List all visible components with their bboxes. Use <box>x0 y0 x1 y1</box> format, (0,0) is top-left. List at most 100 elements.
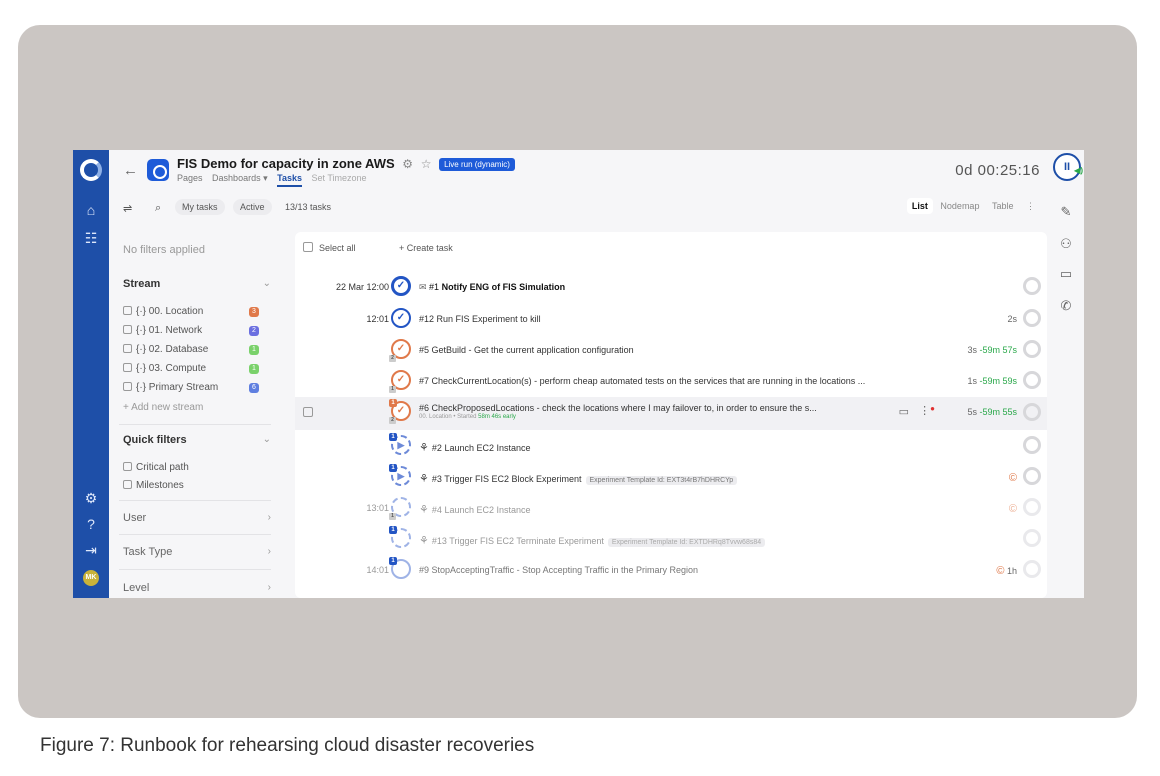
comment-icon[interactable]: ▭ <box>899 405 909 418</box>
pending-node-icon[interactable]: 1 <box>389 526 411 548</box>
task-row[interactable]: 13:01 1 ⚘ #4 Launch EC2 Instance © <box>295 493 1047 524</box>
home-icon[interactable]: ⌂ <box>73 202 109 218</box>
add-stream-link[interactable]: + Add new stream <box>123 402 203 413</box>
stream-label: {·} Primary Stream <box>136 382 219 393</box>
quick-filter-item[interactable]: Milestones <box>123 480 184 491</box>
page-title: FIS Demo for capacity in zone AWS ⚙ ☆ Li… <box>177 156 515 172</box>
task-type-section[interactable]: Task Type <box>123 546 172 558</box>
assignee-avatar[interactable] <box>1023 340 1041 358</box>
stream-item[interactable]: {·} 00. Location <box>123 306 203 317</box>
assignee-avatar[interactable] <box>1023 467 1041 485</box>
check-icon[interactable]: ✓ <box>391 308 411 328</box>
check-icon[interactable]: ✓ 1 <box>389 370 411 393</box>
team-icon[interactable]: ⚇ <box>1048 236 1084 252</box>
stream-item[interactable]: {·} 02. Database <box>123 344 208 355</box>
task-row[interactable]: ▶ 1 ⚘ #2 Launch EC2 Instance <box>295 431 1047 462</box>
task-row[interactable]: 14:01 1 #9 StopAcceptingTraffic - Stop A… <box>295 555 1047 586</box>
avatar[interactable]: MK <box>83 570 99 586</box>
checkbox[interactable] <box>123 344 132 353</box>
pending-node-icon[interactable]: 1 <box>389 497 411 520</box>
assignee-avatar[interactable] <box>1023 529 1041 547</box>
task-row-selected[interactable]: ✓ 1 2 #6 CheckProposedLocations - check th… <box>295 397 1047 430</box>
tab-set-timezone[interactable]: Set Timezone <box>311 173 366 183</box>
view-table-tab[interactable]: Table <box>987 198 1019 214</box>
level-section[interactable]: Level <box>123 582 149 594</box>
duration-value: 5s <box>967 407 977 417</box>
pending-node-icon[interactable]: 1 <box>389 557 411 579</box>
checkbox[interactable] <box>123 306 132 315</box>
more-options-icon[interactable]: ⋮ <box>1021 198 1040 214</box>
task-row[interactable]: ✓ 1 #7 CheckCurrentLocation(s) - perform … <box>295 366 1047 397</box>
more-options-icon[interactable]: ⋮● <box>919 404 935 417</box>
stream-item[interactable]: {·} 01. Network <box>123 325 202 336</box>
select-all-checkbox[interactable] <box>303 242 313 252</box>
edit-icon[interactable]: ✎ <box>1048 204 1084 220</box>
back-arrow-icon[interactable]: ← <box>123 162 138 179</box>
task-row[interactable]: ▶ 1 ⚘ #3 Trigger FIS EC2 Block Experiment… <box>295 462 1047 493</box>
assignee-avatar[interactable] <box>1023 403 1041 421</box>
view-list-tab[interactable]: List <box>906 198 933 214</box>
task-row[interactable]: 12:01 ✓ #12 Run FIS Experiment to kill 2… <box>295 304 1047 335</box>
stream-item[interactable]: {·} Primary Stream <box>123 382 218 393</box>
quick-filter-item[interactable]: Critical path <box>123 462 189 473</box>
tab-tasks[interactable]: Tasks <box>277 173 302 187</box>
help-icon[interactable]: ? <box>73 516 109 532</box>
play-icon[interactable]: ▶ 1 <box>389 433 411 455</box>
chevron-down-icon[interactable]: ⌄ <box>263 278 271 289</box>
quick-filters-heading[interactable]: Quick filters <box>123 434 187 446</box>
check-icon[interactable]: ✓ <box>391 276 411 296</box>
stream-heading[interactable]: Stream <box>123 278 160 290</box>
checkbox[interactable] <box>123 363 132 372</box>
checkbox[interactable] <box>123 382 132 391</box>
tab-pages[interactable]: Pages <box>177 173 203 183</box>
app-logo-icon[interactable] <box>80 159 102 181</box>
check-icon[interactable]: ✓ 1 2 <box>389 399 411 424</box>
checkbox[interactable] <box>123 325 132 334</box>
search-icon[interactable]: ⌕ <box>155 202 161 215</box>
notification-dot-icon: ● <box>930 404 935 413</box>
assignee-avatar[interactable] <box>1023 436 1041 454</box>
select-all-label[interactable]: Select all <box>319 243 356 253</box>
assignee-avatar[interactable] <box>1023 309 1041 327</box>
assignee-avatar[interactable] <box>1023 277 1041 295</box>
filter-toggle-icon[interactable]: ⇌ <box>123 202 132 215</box>
task-row[interactable]: 22 Mar 12:00 ✓ ✉ #1 Notify ENG of FIS Si… <box>295 272 1047 303</box>
assignee-avatar[interactable] <box>1023 560 1041 578</box>
chevron-right-icon[interactable]: › <box>268 512 271 523</box>
task-id: #2 <box>431 443 442 453</box>
tab-dashboards[interactable]: Dashboards ▾ <box>212 173 268 183</box>
active-filter-button[interactable]: Active <box>233 199 272 215</box>
gear-icon[interactable]: ⚙ <box>73 490 109 507</box>
chevron-right-icon[interactable]: › <box>268 582 271 593</box>
row-checkbox[interactable] <box>303 407 313 417</box>
chat-icon[interactable]: ▭ <box>1048 266 1084 282</box>
phone-icon[interactable]: ✆ <box>1048 298 1084 314</box>
my-tasks-button[interactable]: My tasks <box>175 199 225 215</box>
chevron-right-icon[interactable]: › <box>268 546 271 557</box>
task-row[interactable]: ✓ 2 #5 GetBuild - Get the current applica… <box>295 335 1047 366</box>
quick-filter-label: Critical path <box>136 462 189 473</box>
stream-item[interactable]: {·} 03. Compute <box>123 363 206 374</box>
create-task-button[interactable]: + Create task <box>399 243 453 253</box>
view-switcher: List Nodemap Table ⋮ <box>906 198 1040 214</box>
assignee-avatar[interactable] <box>1023 371 1041 389</box>
play-icon[interactable]: ▶ 1 <box>389 464 411 486</box>
assignee-avatar[interactable] <box>1023 498 1041 516</box>
task-duration: 3s -59m 57s <box>967 345 1017 355</box>
users-icon[interactable]: ☷ <box>73 230 109 247</box>
pause-button[interactable]: II ◀) <box>1053 153 1083 181</box>
task-time: 12:01 <box>366 314 389 324</box>
logout-icon[interactable]: ⇥ <box>73 542 109 559</box>
chevron-down-icon[interactable]: ⌄ <box>263 434 271 445</box>
view-nodemap-tab[interactable]: Nodemap <box>935 198 984 214</box>
divider <box>119 534 271 535</box>
star-icon[interactable]: ☆ <box>421 157 432 171</box>
checkbox[interactable] <box>123 462 132 471</box>
gear-icon[interactable]: ⚙ <box>402 157 413 171</box>
stream-marker: 1 <box>389 526 397 534</box>
stream-marker: 1 <box>389 513 396 520</box>
user-section[interactable]: User <box>123 512 146 524</box>
checkbox[interactable] <box>123 480 132 489</box>
task-row[interactable]: 1 ⚘ #13 Trigger FIS EC2 Terminate Experi… <box>295 524 1047 555</box>
check-icon[interactable]: ✓ 2 <box>389 339 411 362</box>
